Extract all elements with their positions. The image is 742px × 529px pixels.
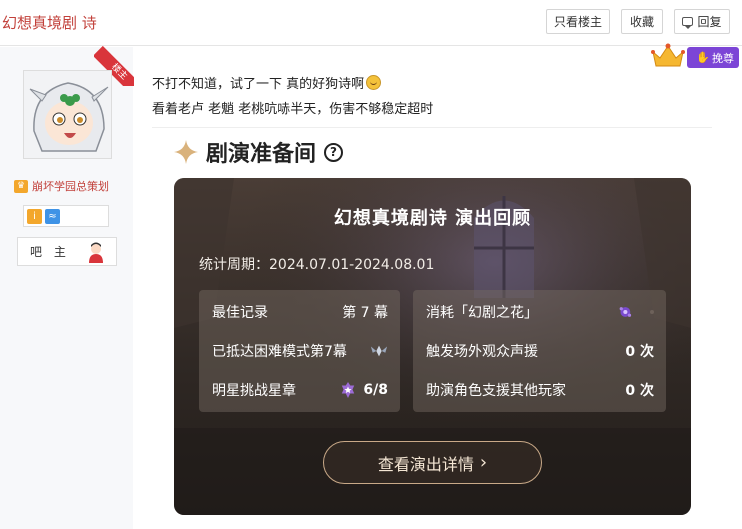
user-title-text: 崩坏学园总策划 xyxy=(32,180,109,193)
stat-row-hard-mode: 已抵达困难模式第7幕 xyxy=(212,340,388,362)
info-badge-icon[interactable]: i xyxy=(27,208,42,224)
vip-label: 挽尊 xyxy=(712,51,734,65)
chevron-right-icon: › xyxy=(479,452,488,473)
dot-icon xyxy=(650,310,654,314)
stat-label: 明星挑战星章 xyxy=(212,383,296,399)
stats-panel-right: 消耗「幻剧之花」 触发场外观众声援 0 次 助演角色支援其他玩家 0 次 xyxy=(413,290,666,412)
reply-icon xyxy=(682,17,694,29)
reply-button[interactable]: 回复 xyxy=(674,9,730,34)
stat-row-flowers: 消耗「幻剧之花」 xyxy=(426,301,654,323)
post-text-line-1: 不打不知道，试了一下 真的好狗诗啊 xyxy=(152,73,382,92)
stat-period: 统计周期：2024.07.01-2024.08.01 xyxy=(199,257,435,273)
divider xyxy=(152,127,712,128)
help-icon[interactable]: ? xyxy=(324,142,344,162)
thread-header: 幻想真境剧 诗 只看楼主 收藏 回复 xyxy=(0,0,742,46)
stat-label: 消耗「幻剧之花」 xyxy=(426,305,538,321)
stat-value: 0 次 xyxy=(625,344,654,360)
fantasia-flower-icon xyxy=(619,307,632,317)
card-title: 幻想真境剧诗 演出回顾 xyxy=(333,208,532,229)
flower-value-wrap xyxy=(618,304,654,320)
stat-label: 最佳记录 xyxy=(212,305,268,321)
star-count: 6/8 xyxy=(363,382,388,398)
post-line1-text: 不打不知道，试了一下 真的好狗诗啊 xyxy=(152,77,365,92)
stat-label: 已抵达困难模式第7幕 xyxy=(212,344,347,360)
only-op-label: 只看楼主 xyxy=(553,15,602,29)
winged-medal-icon xyxy=(370,345,388,357)
section-title-text: 剧演准备间 xyxy=(206,142,317,167)
view-details-button[interactable]: 查看演出详情 › xyxy=(323,441,542,484)
stat-row-best-record: 最佳记录 第 7 幕 xyxy=(212,301,388,323)
sparkle-icon xyxy=(174,140,198,164)
thread-title[interactable]: 幻想真境剧 诗 xyxy=(2,12,97,33)
stat-value: 0 次 xyxy=(625,383,654,399)
section-title: 剧演准备间 ? xyxy=(174,136,344,168)
stat-value-wrap: 6/8 xyxy=(339,382,388,398)
role-label: 吧 主 xyxy=(30,245,70,259)
badge-box: i ≈ xyxy=(23,205,109,227)
theater-review-card: 幻想真境剧诗 演出回顾 统计周期：2024.07.01-2024.08.01 最… xyxy=(174,178,691,515)
stat-row-support-players: 助演角色支援其他玩家 0 次 xyxy=(426,379,654,401)
moderator-avatar-icon xyxy=(89,242,103,263)
crown-icon: ♛ xyxy=(14,179,28,193)
avatar[interactable] xyxy=(23,70,112,159)
user-title[interactable]: ♛ 崩坏学园总策划 xyxy=(14,178,109,194)
role-box: 吧 主 xyxy=(17,237,117,266)
vip-support-button[interactable]: ✋ 挽尊 xyxy=(687,47,739,68)
stat-label: 触发场外观众声援 xyxy=(426,344,538,360)
favorite-label: 收藏 xyxy=(629,15,654,29)
reply-label: 回复 xyxy=(697,15,722,29)
stats-panel-left: 最佳记录 第 7 幕 已抵达困难模式第7幕 明星挑战星章 6/8 xyxy=(199,290,400,412)
stat-label: 助演角色支援其他玩家 xyxy=(426,383,566,399)
favorite-button[interactable]: 收藏 xyxy=(621,9,663,34)
wave-badge-icon[interactable]: ≈ xyxy=(45,208,60,224)
stat-row-audience-support: 触发场外观众声援 0 次 xyxy=(426,340,654,362)
hand-icon: ✋ xyxy=(696,51,710,64)
avatar-image xyxy=(24,71,111,158)
view-details-label: 查看演出详情 xyxy=(377,454,474,474)
stat-value: 第 7 幕 xyxy=(342,305,388,321)
stat-row-star-challenge: 明星挑战星章 6/8 xyxy=(212,379,388,401)
vip-crown-icon xyxy=(651,43,685,67)
post-text-line-2: 看着老卢 老魈 老桃吭哧半天，伤害不够稳定超时 xyxy=(152,102,434,117)
laugh-emoji-icon xyxy=(366,75,382,90)
only-op-button[interactable]: 只看楼主 xyxy=(546,9,610,34)
star-badge-icon xyxy=(342,382,355,398)
